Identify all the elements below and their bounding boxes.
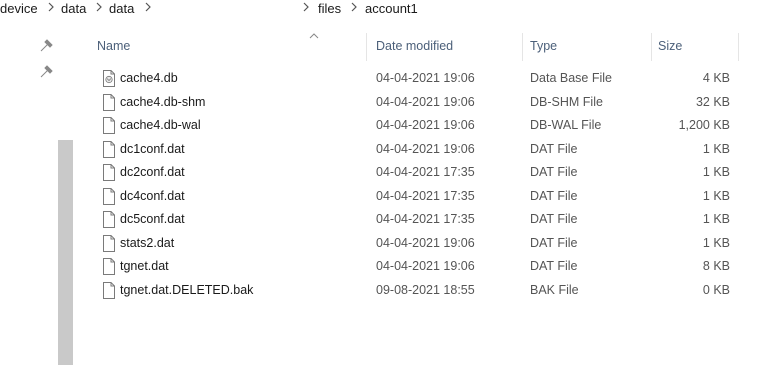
column-header-date-modified[interactable]: Date modified bbox=[376, 39, 453, 53]
file-size: 1 KB bbox=[702, 212, 730, 226]
file-type: DAT File bbox=[530, 141, 578, 156]
file-date-modified: 04-04-2021 19:06 bbox=[376, 94, 475, 109]
pin-icon[interactable] bbox=[40, 38, 54, 52]
file-icon bbox=[102, 117, 116, 134]
column-divider[interactable] bbox=[738, 33, 739, 61]
file-icon bbox=[102, 281, 116, 299]
breadcrumb-separator-icon[interactable] bbox=[350, 0, 358, 17]
file-name: dc2conf.dat bbox=[120, 165, 185, 179]
breadcrumb-item-account1[interactable]: account1 bbox=[365, 1, 418, 16]
file-name: tgnet.dat.DELETED.bak bbox=[120, 282, 254, 297]
pin-icon[interactable] bbox=[40, 64, 54, 78]
file-size: 1 KB bbox=[702, 141, 730, 156]
file-row[interactable]: cache4.db-wal 04-04-2021 19:06 DB-WAL File… bbox=[86, 114, 746, 138]
breadcrumb-separator-icon[interactable] bbox=[47, 0, 55, 17]
file-icon bbox=[102, 164, 116, 181]
file-icon bbox=[102, 140, 116, 158]
breadcrumb-separator-icon[interactable] bbox=[95, 0, 103, 17]
file-type: BAK File bbox=[530, 282, 579, 297]
breadcrumb-item-files[interactable]: files bbox=[318, 1, 341, 16]
breadcrumb-separator-icon[interactable] bbox=[144, 0, 152, 17]
file-name: dc1conf.dat bbox=[120, 141, 185, 156]
file-icon bbox=[102, 187, 116, 205]
file-icon bbox=[102, 93, 116, 111]
breadcrumb: device data data files account1 bbox=[0, 0, 780, 18]
file-type: DAT File bbox=[530, 212, 578, 226]
column-header-name[interactable]: Name bbox=[97, 39, 130, 53]
file-row[interactable]: cache4.db 04-04-2021 19:06 Data Base File 4… bbox=[86, 67, 746, 91]
sort-ascending-icon bbox=[308, 27, 320, 45]
column-header-type[interactable]: Type bbox=[530, 39, 557, 53]
file-size: 1 KB bbox=[702, 235, 730, 250]
file-type: DAT File bbox=[530, 188, 578, 203]
file-icon bbox=[102, 234, 116, 252]
file-name: cache4.db-wal bbox=[120, 118, 201, 132]
file-date-modified: 04-04-2021 19:06 bbox=[376, 259, 475, 273]
file-row[interactable]: dc5conf.dat 04-04-2021 17:35 DAT File 1 KB bbox=[86, 208, 746, 232]
nav-scrollbar-thumb[interactable] bbox=[58, 140, 73, 365]
file-date-modified: 04-04-2021 17:35 bbox=[376, 212, 475, 226]
file-name: cache4.db bbox=[120, 71, 178, 85]
column-divider[interactable] bbox=[366, 33, 367, 61]
file-size: 4 KB bbox=[702, 71, 730, 85]
breadcrumb-separator-icon[interactable] bbox=[302, 0, 310, 17]
file-size: 1 KB bbox=[702, 165, 730, 179]
file-date-modified: 09-08-2021 18:55 bbox=[376, 282, 475, 297]
database-file-icon bbox=[102, 70, 116, 87]
file-type: Data Base File bbox=[530, 71, 612, 85]
file-size: 1 KB bbox=[702, 188, 730, 203]
file-size: 32 KB bbox=[695, 94, 730, 109]
file-name: dc5conf.dat bbox=[120, 212, 185, 226]
column-divider[interactable] bbox=[522, 33, 523, 61]
column-header: Name Date modified Type Size bbox=[86, 33, 746, 61]
file-name: dc4conf.dat bbox=[120, 188, 185, 203]
file-type: DB-SHM File bbox=[530, 94, 603, 109]
file-date-modified: 04-04-2021 19:06 bbox=[376, 118, 475, 132]
file-row[interactable]: dc1conf.dat 04-04-2021 19:06 DAT File 1 KB bbox=[86, 138, 746, 162]
file-date-modified: 04-04-2021 19:06 bbox=[376, 71, 475, 85]
file-name: cache4.db-shm bbox=[120, 94, 206, 109]
file-row[interactable]: stats2.dat 04-04-2021 19:06 DAT File 1 KB bbox=[86, 232, 746, 256]
file-row[interactable]: dc2conf.dat 04-04-2021 17:35 DAT File 1 KB bbox=[86, 161, 746, 185]
file-date-modified: 04-04-2021 19:06 bbox=[376, 141, 475, 156]
file-row[interactable]: tgnet.dat.DELETED.bak 09-08-2021 18:55 BAK… bbox=[86, 279, 746, 303]
file-type: DB-WAL File bbox=[530, 118, 602, 132]
file-icon bbox=[102, 258, 116, 275]
file-size: 1,200 KB bbox=[678, 118, 730, 132]
file-type: DAT File bbox=[530, 259, 578, 273]
file-row[interactable]: dc4conf.dat 04-04-2021 17:35 DAT File 1 KB bbox=[86, 185, 746, 209]
file-date-modified: 04-04-2021 17:35 bbox=[376, 165, 475, 179]
file-type: DAT File bbox=[530, 165, 578, 179]
breadcrumb-item-device[interactable]: device bbox=[0, 1, 38, 16]
file-size: 8 KB bbox=[702, 259, 730, 273]
column-divider[interactable] bbox=[651, 33, 652, 61]
column-header-size[interactable]: Size bbox=[658, 39, 682, 53]
file-type: DAT File bbox=[530, 235, 578, 250]
breadcrumb-item-data[interactable]: data bbox=[61, 1, 86, 16]
file-icon bbox=[102, 211, 116, 228]
file-name: stats2.dat bbox=[120, 235, 175, 250]
file-size: 0 KB bbox=[702, 282, 730, 297]
file-date-modified: 04-04-2021 17:35 bbox=[376, 188, 475, 203]
breadcrumb-item-data-2[interactable]: data bbox=[109, 1, 134, 16]
file-date-modified: 04-04-2021 19:06 bbox=[376, 235, 475, 250]
file-row[interactable]: cache4.db-shm 04-04-2021 19:06 DB-SHM File… bbox=[86, 91, 746, 115]
file-row[interactable]: tgnet.dat 04-04-2021 19:06 DAT File 8 KB bbox=[86, 255, 746, 279]
file-name: tgnet.dat bbox=[120, 259, 169, 273]
